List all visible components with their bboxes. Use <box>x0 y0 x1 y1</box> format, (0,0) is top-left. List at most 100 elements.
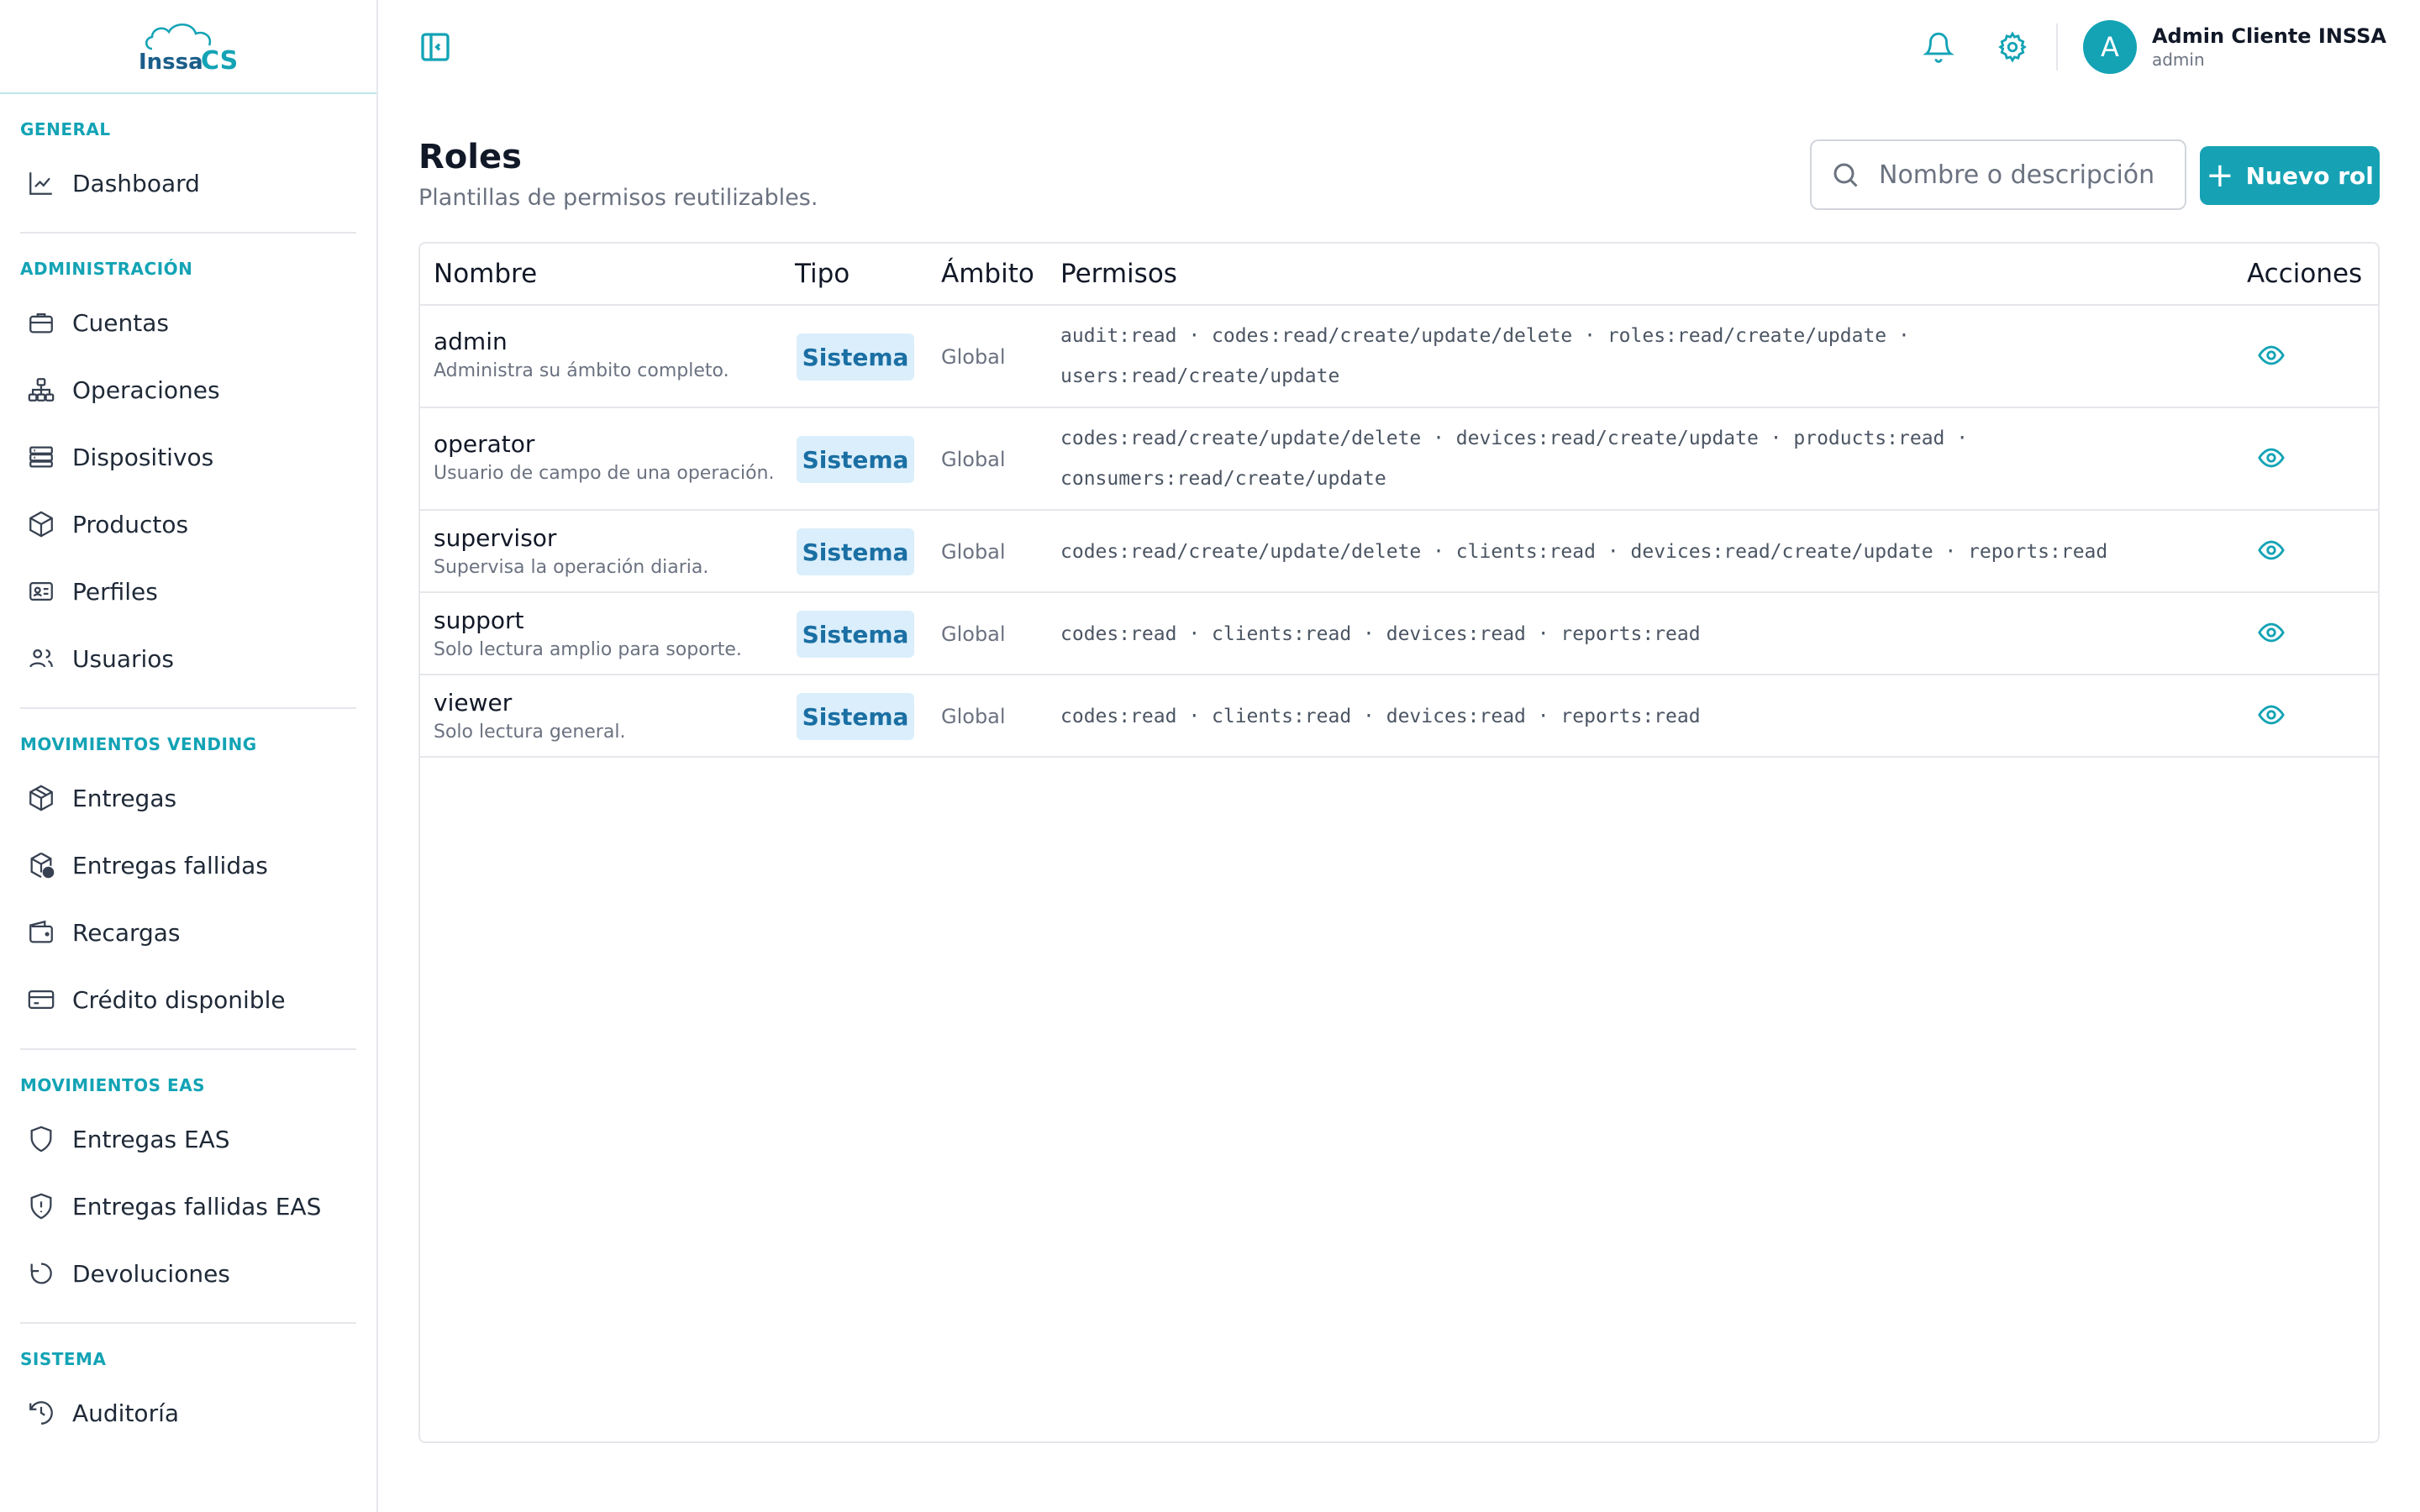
box-icon <box>25 508 57 540</box>
sidebar-divider <box>20 707 356 709</box>
page-title: Roles <box>418 138 522 176</box>
sidebar-item-cuentas[interactable]: Cuentas <box>20 289 356 356</box>
view-role-button[interactable] <box>2257 341 2291 375</box>
role-permissions: codes:read · clients:read · devices:read… <box>1060 706 1701 727</box>
shield-icon <box>25 1123 57 1155</box>
table-row: admin Administra su ámbito completo. Sis… <box>420 306 2378 408</box>
table-row: support Solo lectura amplio para soporte… <box>420 593 2378 675</box>
sidebar-item-label: Crédito disponible <box>72 985 286 1014</box>
sidebar: Inssa CS GENERAL Dashboard ADMINISTRACIÓ… <box>0 0 378 1512</box>
sidebar-item-entregas-fallidas[interactable]: Entregas fallidas <box>20 832 356 899</box>
sidebar-item-productos[interactable]: Productos <box>20 491 356 558</box>
sidebar-item-devoluciones[interactable]: Devoluciones <box>20 1240 356 1307</box>
sidebar-item-label: Devoluciones <box>72 1259 230 1288</box>
section-title: ADMINISTRACIÓN <box>20 259 193 279</box>
sidebar-item-entregas-eas[interactable]: Entregas EAS <box>20 1105 356 1173</box>
sidebar-toggle-button[interactable] <box>418 30 452 64</box>
sidebar-item-entregas-fallidas-eas[interactable]: Entregas fallidas EAS <box>20 1173 356 1240</box>
column-header-permisos: Permisos <box>1060 259 1177 289</box>
nav-section-movimientos-vending: MOVIMIENTOS VENDING Entregas Entregas fa… <box>0 734 376 1033</box>
package-alert-icon <box>25 849 57 881</box>
avatar[interactable]: A <box>2082 20 2137 74</box>
sidebar-item-dispositivos[interactable]: Dispositivos <box>20 423 356 491</box>
section-title: MOVIMIENTOS EAS <box>20 1075 206 1095</box>
role-name: support <box>434 606 524 634</box>
history-icon <box>25 1397 57 1429</box>
role-scope: Global <box>941 448 1006 471</box>
role-permissions: codes:read/create/update/delete · device… <box>1060 428 1969 490</box>
view-role-button[interactable] <box>2257 701 2291 734</box>
role-name-cell: supervisor Supervisa la operación diaria… <box>434 524 708 578</box>
column-header-acciones: Acciones <box>2247 259 2363 289</box>
sidebar-item-auditoria[interactable]: Auditoría <box>20 1379 356 1446</box>
topbar: A Admin Cliente INSSA admin <box>380 0 2420 94</box>
search-input[interactable] <box>1879 160 2165 190</box>
type-badge: Sistema <box>797 333 914 381</box>
new-role-button[interactable]: + Nuevo rol <box>2200 146 2380 205</box>
role-description: Usuario de campo de una operación. <box>434 463 775 484</box>
user-role: admin <box>2151 50 2205 70</box>
sidebar-item-recargas[interactable]: Recargas <box>20 899 356 966</box>
settings-button[interactable] <box>1994 29 2031 66</box>
sidebar-item-operaciones[interactable]: Operaciones <box>20 356 356 423</box>
table-header: Nombre Tipo Ámbito Permisos Acciones <box>420 244 2378 306</box>
role-description: Solo lectura amplio para soporte. <box>434 639 742 660</box>
wallet-icon <box>25 916 57 948</box>
role-permissions: audit:read · codes:read/create/update/de… <box>1060 325 1910 387</box>
role-description: Supervisa la operación diaria. <box>434 557 709 578</box>
user-info[interactable]: Admin Cliente INSSA admin <box>2152 24 2386 70</box>
sidebar-item-perfiles[interactable]: Perfiles <box>20 558 356 625</box>
sidebar-item-dashboard[interactable]: Dashboard <box>20 150 356 217</box>
sidebar-divider <box>20 1048 356 1050</box>
view-role-button[interactable] <box>2257 536 2291 570</box>
sidebar-item-label: Entregas fallidas <box>72 851 268 879</box>
view-role-button[interactable] <box>2257 444 2291 477</box>
role-name: supervisor <box>434 524 557 552</box>
role-permissions: codes:read · clients:read · devices:read… <box>1060 623 1701 645</box>
type-badge: Sistema <box>797 693 914 740</box>
new-role-button-label: Nuevo rol <box>2245 161 2374 190</box>
view-role-button[interactable] <box>2257 618 2291 652</box>
credit-card-icon <box>25 984 57 1016</box>
table-row: viewer Solo lectura general. Sistema Glo… <box>420 675 2378 758</box>
role-description: Administra su ámbito completo. <box>434 360 729 381</box>
column-header-ambito: Ámbito <box>941 259 1034 289</box>
section-title: GENERAL <box>20 119 111 139</box>
sidebar-item-entregas[interactable]: Entregas <box>20 764 356 832</box>
sidebar-item-label: Dashboard <box>72 169 200 197</box>
role-name: admin <box>434 328 508 355</box>
role-name: operator <box>434 430 535 458</box>
sidebar-item-label: Entregas fallidas EAS <box>72 1192 322 1221</box>
role-name-cell: viewer Solo lectura general. <box>434 689 625 743</box>
sidebar-divider <box>20 1322 356 1324</box>
column-header-nombre: Nombre <box>434 259 538 289</box>
server-icon <box>25 441 57 473</box>
topbar-separator <box>2055 24 2058 71</box>
eye-icon <box>2258 622 2285 643</box>
role-name: viewer <box>434 689 513 717</box>
search-box[interactable] <box>1810 139 2186 210</box>
svg-text:Inssa: Inssa <box>139 50 203 75</box>
eye-icon <box>2258 705 2285 725</box>
gear-icon <box>1998 31 2027 63</box>
table-row: operator Usuario de campo de una operaci… <box>420 408 2378 511</box>
sidebar-item-label: Productos <box>72 510 189 538</box>
undo-icon <box>25 1257 57 1289</box>
column-header-tipo: Tipo <box>795 259 850 289</box>
app-logo[interactable]: Inssa CS <box>0 0 376 94</box>
bell-icon <box>1923 32 1954 63</box>
sidebar-divider <box>20 232 356 234</box>
id-card-icon <box>25 575 57 607</box>
notifications-button[interactable] <box>1920 29 1957 66</box>
role-name-cell: support Solo lectura amplio para soporte… <box>434 606 742 660</box>
role-name-cell: operator Usuario de campo de una operaci… <box>434 430 774 484</box>
topbar-actions: A Admin Cliente INSSA admin <box>1883 18 2386 76</box>
sidebar-item-label: Auditoría <box>72 1399 180 1427</box>
eye-icon <box>2258 540 2285 560</box>
sidebar-item-usuarios[interactable]: Usuarios <box>20 625 356 692</box>
svg-text:CS: CS <box>201 46 238 76</box>
type-badge: Sistema <box>797 611 914 658</box>
sidebar-item-label: Perfiles <box>72 577 158 606</box>
section-title: SISTEMA <box>20 1349 107 1369</box>
sidebar-item-credito-disponible[interactable]: Crédito disponible <box>20 966 356 1033</box>
